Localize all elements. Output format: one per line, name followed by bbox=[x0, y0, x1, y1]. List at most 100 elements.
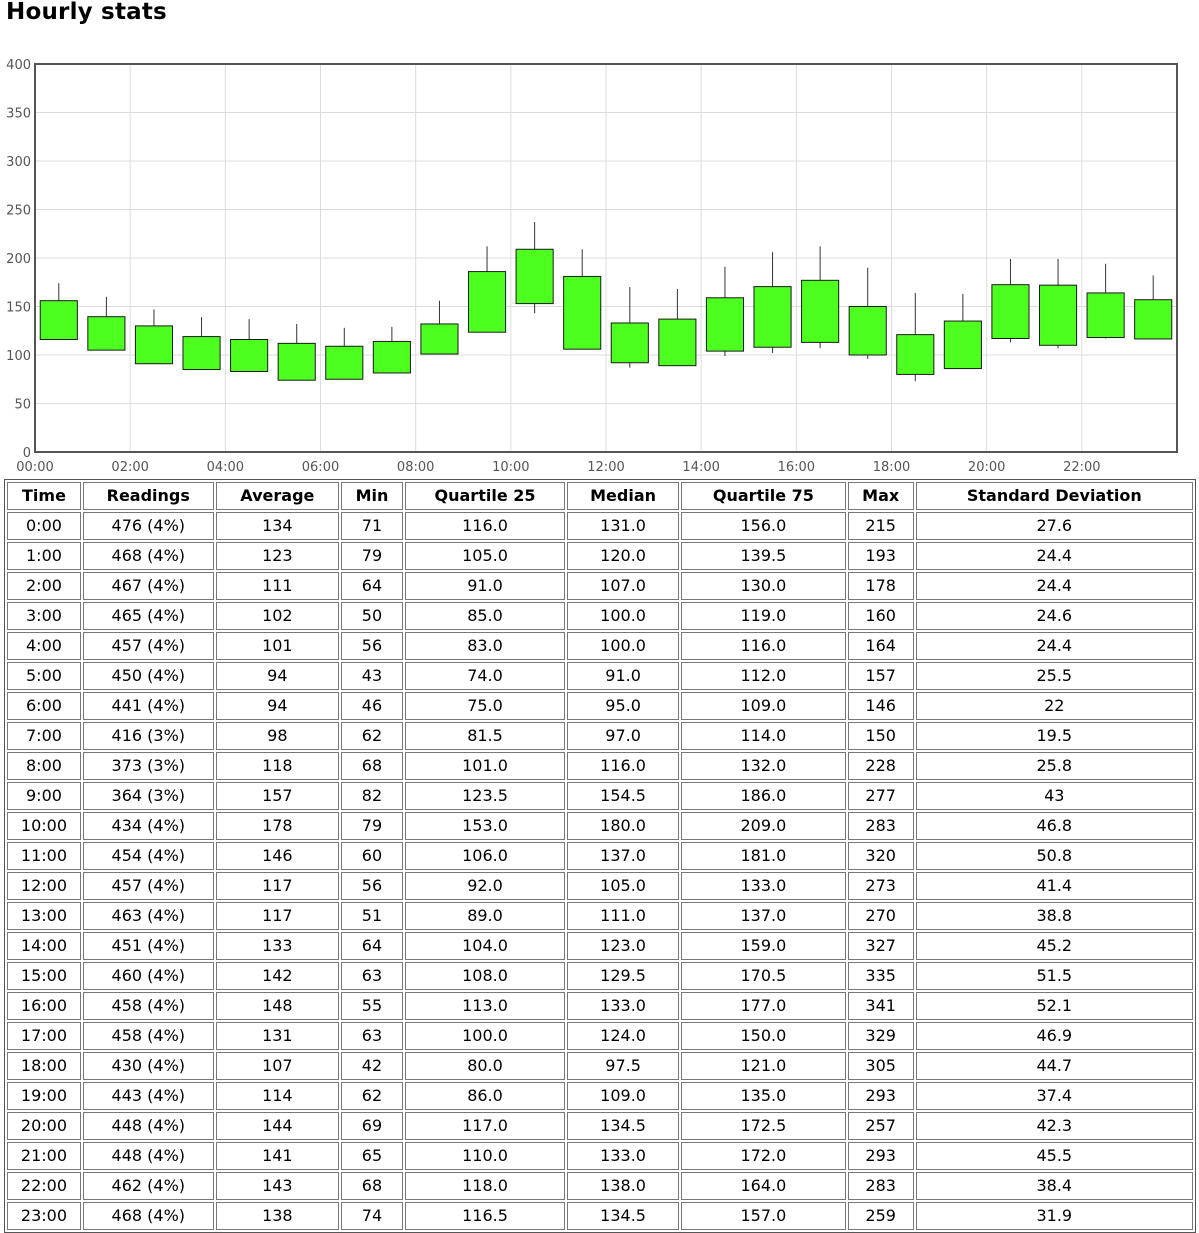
table-cell: 80.0 bbox=[404, 1052, 566, 1080]
table-cell: 108.0 bbox=[404, 962, 566, 990]
table-cell: 91.0 bbox=[404, 572, 566, 600]
table-cell: 21:00 bbox=[7, 1142, 81, 1170]
candle-box bbox=[1086, 292, 1125, 339]
table-cell: 9:00 bbox=[7, 782, 81, 810]
table-cell: 65 bbox=[341, 1142, 403, 1170]
column-header: Time bbox=[7, 482, 81, 510]
candle-box bbox=[182, 336, 221, 371]
column-header: Quartile 25 bbox=[404, 482, 566, 510]
table-cell: 111 bbox=[215, 572, 340, 600]
table-cell: 150 bbox=[847, 722, 914, 750]
candle-box bbox=[420, 323, 459, 355]
table-cell: 50 bbox=[341, 602, 403, 630]
table-cell: 160 bbox=[847, 602, 914, 630]
table-cell: 467 (4%) bbox=[82, 572, 214, 600]
table-cell: 100.0 bbox=[567, 632, 679, 660]
table-cell: 341 bbox=[847, 992, 914, 1020]
table-cell: 458 (4%) bbox=[82, 992, 214, 1020]
y-tick-label: 150 bbox=[6, 301, 31, 316]
table-cell: 134 bbox=[215, 512, 340, 540]
table-cell: 320 bbox=[847, 842, 914, 870]
table-cell: 141 bbox=[215, 1142, 340, 1170]
table-cell: 434 (4%) bbox=[82, 812, 214, 840]
table-cell: 129.5 bbox=[567, 962, 679, 990]
table-cell: 23:00 bbox=[7, 1202, 81, 1230]
table-cell: 180.0 bbox=[567, 812, 679, 840]
table-cell: 3:00 bbox=[7, 602, 81, 630]
table-cell: 131 bbox=[215, 1022, 340, 1050]
table-cell: 139.5 bbox=[681, 542, 846, 570]
table-cell: 283 bbox=[847, 1172, 914, 1200]
column-header: Readings bbox=[82, 482, 214, 510]
table-cell: 92.0 bbox=[404, 872, 566, 900]
table-cell: 112.0 bbox=[681, 662, 846, 690]
table-cell: 450 (4%) bbox=[82, 662, 214, 690]
x-tick-label: 14:00 bbox=[682, 460, 719, 475]
x-tick-label: 22:00 bbox=[1063, 460, 1100, 475]
table-cell: 95.0 bbox=[567, 692, 679, 720]
table-cell: 43 bbox=[915, 782, 1193, 810]
table-cell: 16:00 bbox=[7, 992, 81, 1020]
x-tick-label: 06:00 bbox=[302, 460, 339, 475]
table-cell: 4:00 bbox=[7, 632, 81, 660]
table-cell: 105.0 bbox=[567, 872, 679, 900]
table-cell: 137.0 bbox=[681, 902, 846, 930]
table-cell: 15:00 bbox=[7, 962, 81, 990]
table-cell: 46.8 bbox=[915, 812, 1193, 840]
table-cell: 45.5 bbox=[915, 1142, 1193, 1170]
candle-box bbox=[848, 306, 887, 356]
candle-box bbox=[705, 297, 745, 352]
table-cell: 46 bbox=[341, 692, 403, 720]
table-row: 10:00 434 (4%) 178 79 153.0 180.0 209.0 283 46.8 bbox=[7, 812, 1193, 840]
table-cell: 137.0 bbox=[567, 842, 679, 870]
table-cell: 157.0 bbox=[681, 1202, 846, 1230]
x-tick-label: 10:00 bbox=[492, 460, 529, 475]
column-header: Quartile 75 bbox=[681, 482, 846, 510]
table-row: 20:00 448 (4%) 144 69 117.0 134.5 172.5 257 42.3 bbox=[7, 1112, 1193, 1140]
table-cell: 131.0 bbox=[567, 512, 679, 540]
candle-box bbox=[801, 279, 840, 343]
y-tick-label: 0 bbox=[23, 446, 31, 461]
candle-box bbox=[87, 316, 126, 351]
table-cell: 43 bbox=[341, 662, 403, 690]
table-cell: 134.5 bbox=[567, 1112, 679, 1140]
table-cell: 118.0 bbox=[404, 1172, 566, 1200]
table-cell: 177.0 bbox=[681, 992, 846, 1020]
table-cell: 102 bbox=[215, 602, 340, 630]
table-cell: 107.0 bbox=[567, 572, 679, 600]
table-cell: 123 bbox=[215, 542, 340, 570]
table-cell: 448 (4%) bbox=[82, 1112, 214, 1140]
table-cell: 164.0 bbox=[681, 1172, 846, 1200]
table-cell: 97.5 bbox=[567, 1052, 679, 1080]
table-cell: 457 (4%) bbox=[82, 632, 214, 660]
table-row: 5:00 450 (4%) 94 43 74.0 91.0 112.0 157 25.5 bbox=[7, 662, 1193, 690]
table-row: 12:00 457 (4%) 117 56 92.0 105.0 133.0 273 41.4 bbox=[7, 872, 1193, 900]
table-cell: 150.0 bbox=[681, 1022, 846, 1050]
candle-box bbox=[39, 300, 78, 340]
table-row: 11:00 454 (4%) 146 60 106.0 137.0 181.0 320 50.8 bbox=[7, 842, 1193, 870]
table-cell: 64 bbox=[341, 932, 403, 960]
table-cell: 133.0 bbox=[681, 872, 846, 900]
table-cell: 45.2 bbox=[915, 932, 1193, 960]
table-cell: 10:00 bbox=[7, 812, 81, 840]
table-cell: 123.5 bbox=[404, 782, 566, 810]
table-cell: 146 bbox=[215, 842, 340, 870]
table-row: 7:00 416 (3%) 98 62 81.5 97.0 114.0 150 19.5 bbox=[7, 722, 1193, 750]
table-cell: 116.0 bbox=[681, 632, 846, 660]
table-row: 16:00 458 (4%) 148 55 113.0 133.0 177.0 341 52.1 bbox=[7, 992, 1193, 1020]
table-cell: 463 (4%) bbox=[82, 902, 214, 930]
table-cell: 170.5 bbox=[681, 962, 846, 990]
table-cell: 22 bbox=[915, 692, 1193, 720]
table-cell: 52.1 bbox=[915, 992, 1193, 1020]
table-row: 4:00 457 (4%) 101 56 83.0 100.0 116.0 164 24.4 bbox=[7, 632, 1193, 660]
table-cell: 460 (4%) bbox=[82, 962, 214, 990]
table-cell: 100.0 bbox=[567, 602, 679, 630]
table-cell: 44.7 bbox=[915, 1052, 1193, 1080]
table-cell: 79 bbox=[341, 542, 403, 570]
table-cell: 178 bbox=[215, 812, 340, 840]
table-cell: 118 bbox=[215, 752, 340, 780]
table-cell: 124.0 bbox=[567, 1022, 679, 1050]
column-header: Max bbox=[847, 482, 914, 510]
table-cell: 0:00 bbox=[7, 512, 81, 540]
table-cell: 2:00 bbox=[7, 572, 81, 600]
